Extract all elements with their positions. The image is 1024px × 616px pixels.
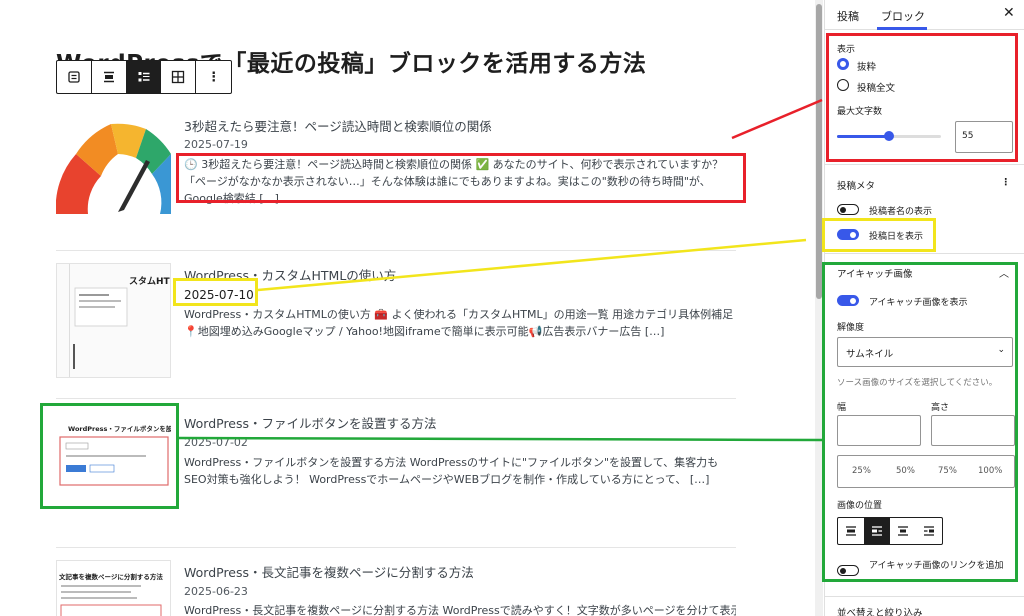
post-title-link[interactable]: 3秒超えたら要注意！ページ読込時間と検索順位の関係 (184, 116, 492, 135)
post-date: 2025-07-19 (184, 138, 248, 151)
image-position-group (837, 517, 943, 545)
tab-post[interactable]: 投稿 (837, 8, 859, 24)
grid-layout-button[interactable] (161, 61, 197, 93)
slider-handle[interactable] (884, 131, 894, 141)
post-date: 2025-07-02 (184, 436, 248, 449)
max-chars-input[interactable]: 55 (955, 121, 1013, 153)
percent-100-button[interactable]: 100% (978, 466, 1002, 476)
max-chars-label: 最大文字数 (837, 107, 883, 117)
excerpt-radio-label: 抜粋 (857, 62, 877, 73)
featured-image-link-toggle[interactable] (837, 565, 859, 576)
sidebar-tabs: 投稿 ブロック ✕ (825, 0, 1024, 30)
grid-layout-icon (172, 70, 185, 84)
thumbnail-caption: 文記事を複数ページに分割する方法 (59, 573, 163, 581)
percent-50-button[interactable]: 50% (896, 466, 915, 476)
app-window: WordPressで「最近の投稿」ブロックを活用する方法 ⋮ 3秒超えたら要注意… (0, 0, 1024, 616)
thumbnail-caption: WordPress・ファイルボタンを設置 (68, 425, 171, 433)
slider-fill (837, 135, 889, 138)
show-featured-image-toggle[interactable] (837, 295, 859, 306)
full-post-radio[interactable] (837, 79, 849, 91)
height-input[interactable] (931, 415, 1015, 446)
thumbnail-caption: スタムHTM (129, 277, 170, 287)
height-label: 高さ (931, 403, 950, 413)
settings-sidebar: 投稿 ブロック ✕ 表示 抜粋 投稿全文 最大文字数 55 投稿メタ ⋮ 投稿者… (824, 0, 1024, 616)
position-left-button[interactable] (864, 518, 890, 544)
resolution-value: サムネイル (846, 349, 894, 360)
post-excerpt: 🕒 3秒超えたら要注意！ページ読込時間と検索順位の関係 ✅ あなたのサイト、何秒… (184, 158, 724, 205)
align-none-icon (846, 526, 856, 536)
list-item: 文記事を複数ページに分割する方法 WordPress・長文記事を複数ページに分割… (56, 560, 736, 616)
display-heading: 表示 (837, 45, 856, 55)
divider (825, 164, 1024, 165)
image-position-label: 画像の位置 (837, 501, 883, 511)
show-date-label: 投稿日を表示 (869, 232, 924, 242)
featured-image-heading[interactable]: アイキャッチ画像 (837, 266, 913, 280)
screenshot-thumbnail[interactable]: 文記事を複数ページに分割する方法 (56, 560, 171, 616)
list-item: WordPress・ファイルボタンを設置 WordPress・ファイルボタンを設… (56, 411, 736, 531)
resolution-label: 解像度 (837, 323, 865, 333)
full-post-radio-label: 投稿全文 (857, 83, 896, 94)
width-input[interactable] (837, 415, 921, 446)
active-tab-indicator (877, 27, 927, 30)
post-title-link[interactable]: WordPress・ファイルボタンを設置する方法 (184, 413, 437, 432)
chevron-down-icon: ⌄ (997, 345, 1005, 355)
editor-scrollbar[interactable] (815, 0, 823, 616)
post-title-link[interactable]: WordPress・カスタムHTMLの使い方 (184, 265, 396, 284)
show-featured-image-label: アイキャッチ画像を表示 (869, 298, 968, 308)
align-button[interactable] (92, 61, 127, 93)
excerpt-radio[interactable] (837, 58, 849, 70)
position-center-button[interactable] (890, 518, 916, 544)
list-layout-icon (138, 72, 150, 82)
percent-segmented-control: 25% 50% 75% 100% (837, 455, 1015, 488)
scrollbar-thumb[interactable] (816, 4, 822, 299)
post-title-link[interactable]: WordPress・長文記事を複数ページに分割する方法 (184, 562, 474, 581)
list-view-button[interactable] (57, 61, 92, 93)
tab-block[interactable]: ブロック (881, 8, 925, 24)
post-excerpt: WordPress・ファイルボタンを設置する方法 WordPressのサイトに"… (184, 456, 719, 486)
max-chars-slider[interactable] (837, 131, 941, 141)
resolution-select[interactable]: サムネイル ⌄ (837, 337, 1013, 367)
featured-image-link-label: アイキャッチ画像のリンクを追加 (869, 561, 1004, 571)
sort-filter-heading[interactable]: 並べ替えと絞り込み (837, 605, 923, 616)
width-label: 幅 (837, 403, 847, 413)
more-vertical-icon: ⋮ (207, 69, 221, 85)
percent-75-button[interactable]: 75% (938, 466, 957, 476)
position-right-button[interactable] (916, 518, 942, 544)
align-icon (103, 71, 114, 83)
post-meta-heading: 投稿メタ (837, 181, 876, 192)
post-meta-more-icon[interactable]: ⋮ (1001, 177, 1011, 188)
screenshot-thumbnail[interactable]: WordPress・ファイルボタンを設置 (56, 411, 171, 526)
close-icon[interactable]: ✕ (1003, 5, 1015, 21)
divider (825, 596, 1024, 597)
post-excerpt: WordPress・長文記事を複数ページに分割する方法 WordPressで読み… (184, 604, 736, 616)
list-item: 3秒超えたら要注意！ページ読込時間と検索順位の関係 2025-07-19 🕒 3… (56, 114, 736, 234)
divider (56, 398, 736, 399)
block-toolbar: ⋮ (56, 60, 232, 94)
list-item: スタムHTM WordPress・カスタムHTMLの使い方 2025-07-10… (56, 263, 736, 383)
resolution-help: ソース画像のサイズを選択してください。 (837, 378, 998, 388)
show-author-label: 投稿者名の表示 (869, 207, 933, 217)
align-center-icon (898, 526, 908, 536)
post-date: 2025-07-10 (184, 288, 254, 302)
post-excerpt: WordPress・カスタムHTMLの使い方 🧰 よく使われる「カスタムHTML… (184, 308, 734, 338)
show-date-toggle[interactable] (837, 229, 859, 240)
divider (56, 250, 736, 251)
align-right-icon (924, 526, 934, 536)
gauge-thumbnail[interactable] (56, 114, 171, 229)
align-left-icon (872, 526, 882, 536)
show-author-toggle[interactable] (837, 204, 859, 215)
more-options-button[interactable]: ⋮ (196, 61, 231, 93)
percent-25-button[interactable]: 25% (852, 466, 871, 476)
chevron-up-icon[interactable]: ︿ (999, 265, 1009, 280)
post-date: 2025-06-23 (184, 585, 248, 598)
position-none-button[interactable] (838, 518, 864, 544)
divider (56, 547, 736, 548)
list-view-icon (68, 71, 80, 83)
divider (825, 253, 1024, 254)
editor-canvas: WordPressで「最近の投稿」ブロックを活用する方法 ⋮ 3秒超えたら要注意… (0, 0, 812, 616)
screenshot-thumbnail[interactable]: スタムHTM (56, 263, 171, 378)
list-layout-button[interactable] (126, 61, 162, 93)
